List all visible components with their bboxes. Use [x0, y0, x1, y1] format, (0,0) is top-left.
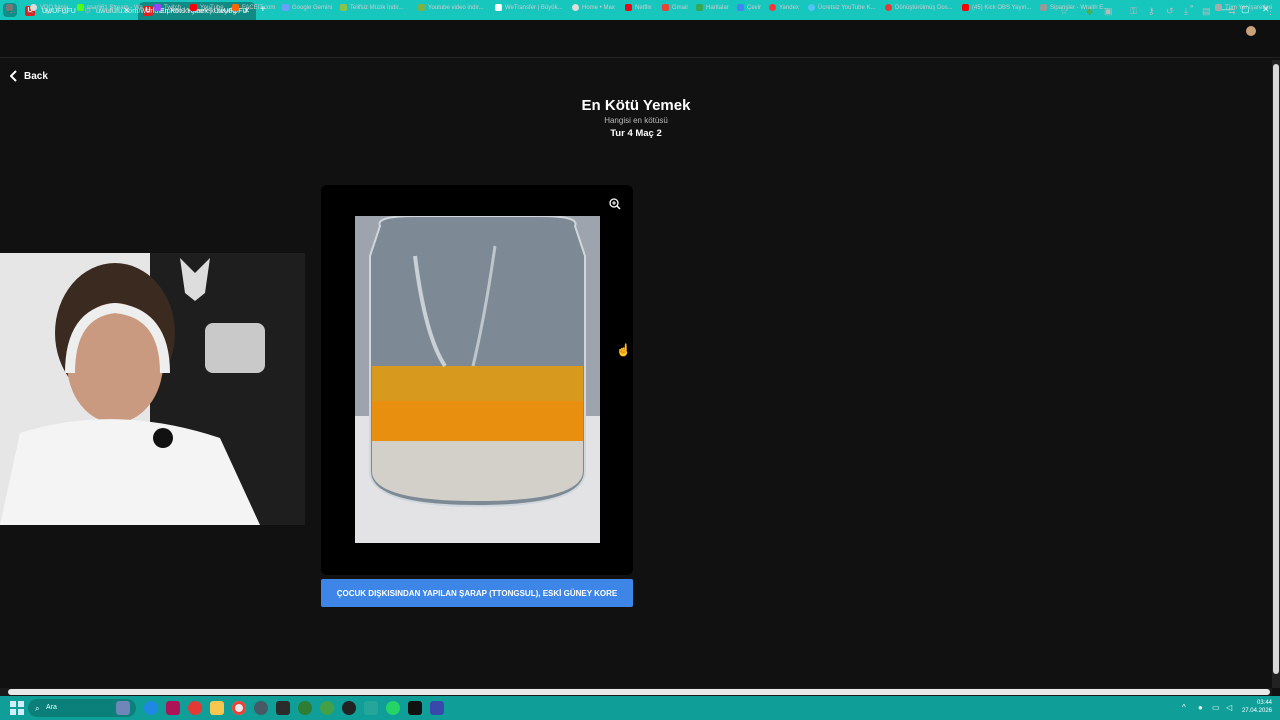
bookmark-item[interactable]: VDO.Ninja — [30, 4, 68, 11]
bookmark-item[interactable]: FACEIT.com — [232, 4, 275, 11]
more-bookmarks-icon[interactable]: » — [1190, 4, 1193, 10]
apps-grid-icon[interactable] — [6, 4, 13, 11]
bookmark-favicon-icon — [30, 4, 37, 11]
app-icon[interactable] — [408, 701, 422, 715]
bookmark-item[interactable]: Haritalar — [696, 4, 729, 11]
windows-start-icon[interactable] — [10, 701, 24, 715]
choice-button[interactable]: ÇOCUK DIŞKISINDAN YAPILAN ŞARAP (TTONGSU… — [321, 579, 633, 607]
lock-icon[interactable]: ⚿ — [1130, 6, 1137, 17]
bookmark-item[interactable]: Çevir — [737, 4, 761, 11]
app-icon[interactable] — [166, 701, 180, 715]
whatsapp-icon[interactable] — [386, 701, 400, 715]
address-bar-row — [0, 20, 1280, 42]
bookmark-item[interactable]: Ücretsiz YouTube K... — [808, 4, 875, 11]
bookmark-item[interactable]: Siparişler - Wraith E... — [1040, 4, 1108, 11]
bookmarks-bar — [0, 42, 1280, 58]
round-indicator: Tur 4 Maç 2 — [610, 128, 662, 139]
webcam-overlay — [0, 253, 305, 525]
download-icon[interactable]: ⤓ — [1184, 6, 1188, 17]
bookmark-item[interactable]: Google Gemini — [282, 4, 332, 11]
avatar[interactable] — [1246, 26, 1256, 36]
folder-icon — [1215, 4, 1222, 11]
app-icon[interactable] — [430, 701, 444, 715]
zoom-in-icon[interactable] — [609, 197, 621, 210]
mouse-cursor-icon: ☝ — [616, 343, 631, 357]
bookmark-item[interactable]: Yandex — [769, 4, 799, 11]
back-button[interactable]: Back — [10, 70, 48, 82]
bookmark-item[interactable]: YouTube — [190, 4, 224, 11]
bookmark-item[interactable]: Youtube video indir... — [418, 4, 484, 11]
chevron-left-icon — [10, 70, 17, 82]
bookmark-item[interactable]: Home • Max — [572, 4, 615, 11]
clock-date: 27.04.2026 — [1241, 708, 1272, 714]
bookmark-item[interactable]: Dönüştürülmüş Dos... — [885, 4, 953, 11]
page-subtitle: Hangisi en kötüsü — [604, 116, 668, 125]
bookmark-item[interactable]: Gmail — [662, 4, 688, 11]
widget-icon[interactable] — [116, 701, 130, 715]
bookmark-item[interactable]: (45) Kick OBS Yayın... — [962, 4, 1031, 11]
system-clock[interactable]: 03:44 27.04.2026 — [1242, 699, 1272, 715]
all-bookmarks-folder[interactable]: Tüm Yer İşaretleri — [1215, 4, 1272, 11]
obs-icon[interactable] — [342, 701, 356, 715]
bookmark-item[interactable]: Telifsiz Müzik İndir... — [340, 4, 403, 11]
streamer-image — [0, 253, 305, 525]
history-icon[interactable]: ↺ — [1166, 6, 1174, 17]
horizontal-scroll-thumb[interactable] — [8, 689, 1270, 695]
taskbar-search-label: Ara — [46, 704, 57, 711]
monitor-icon[interactable]: ▭ — [1212, 703, 1220, 712]
volume-icon[interactable]: ◁ — [1226, 703, 1232, 712]
edge-icon[interactable] — [144, 701, 158, 715]
app-icon[interactable] — [364, 701, 378, 715]
bookmark-item[interactable]: WeTransfer | Büyük... — [495, 4, 563, 11]
vertical-scroll-thumb[interactable] — [1273, 64, 1279, 674]
contender-image[interactable] — [355, 216, 600, 543]
opera-icon[interactable] — [188, 701, 202, 715]
page-title: En Kötü Yemek — [581, 97, 691, 114]
sidepanel-icon[interactable]: ▤ — [1202, 6, 1211, 17]
app-icon[interactable] — [298, 701, 312, 715]
chevron-up-icon[interactable]: ^ — [1182, 703, 1186, 712]
chrome-icon[interactable] — [232, 701, 246, 715]
password-icon[interactable]: ⚷ — [1148, 6, 1155, 17]
settings-gear-icon[interactable] — [254, 701, 268, 715]
file-explorer-icon[interactable] — [210, 701, 224, 715]
microphone-icon[interactable]: ● — [1198, 703, 1203, 712]
bookmark-item[interactable]: Twitch — [154, 4, 181, 11]
search-icon: ⌕ — [35, 704, 40, 713]
app-icon[interactable] — [320, 701, 334, 715]
app-icon[interactable] — [276, 701, 290, 715]
clock-time: 03:44 — [1256, 700, 1272, 706]
back-label: Back — [24, 70, 48, 82]
bookmark-item[interactable]: ssarli61 Stream - Wa... — [77, 4, 148, 11]
bookmark-item[interactable]: Netflix — [625, 4, 652, 11]
jar-image — [355, 216, 600, 543]
